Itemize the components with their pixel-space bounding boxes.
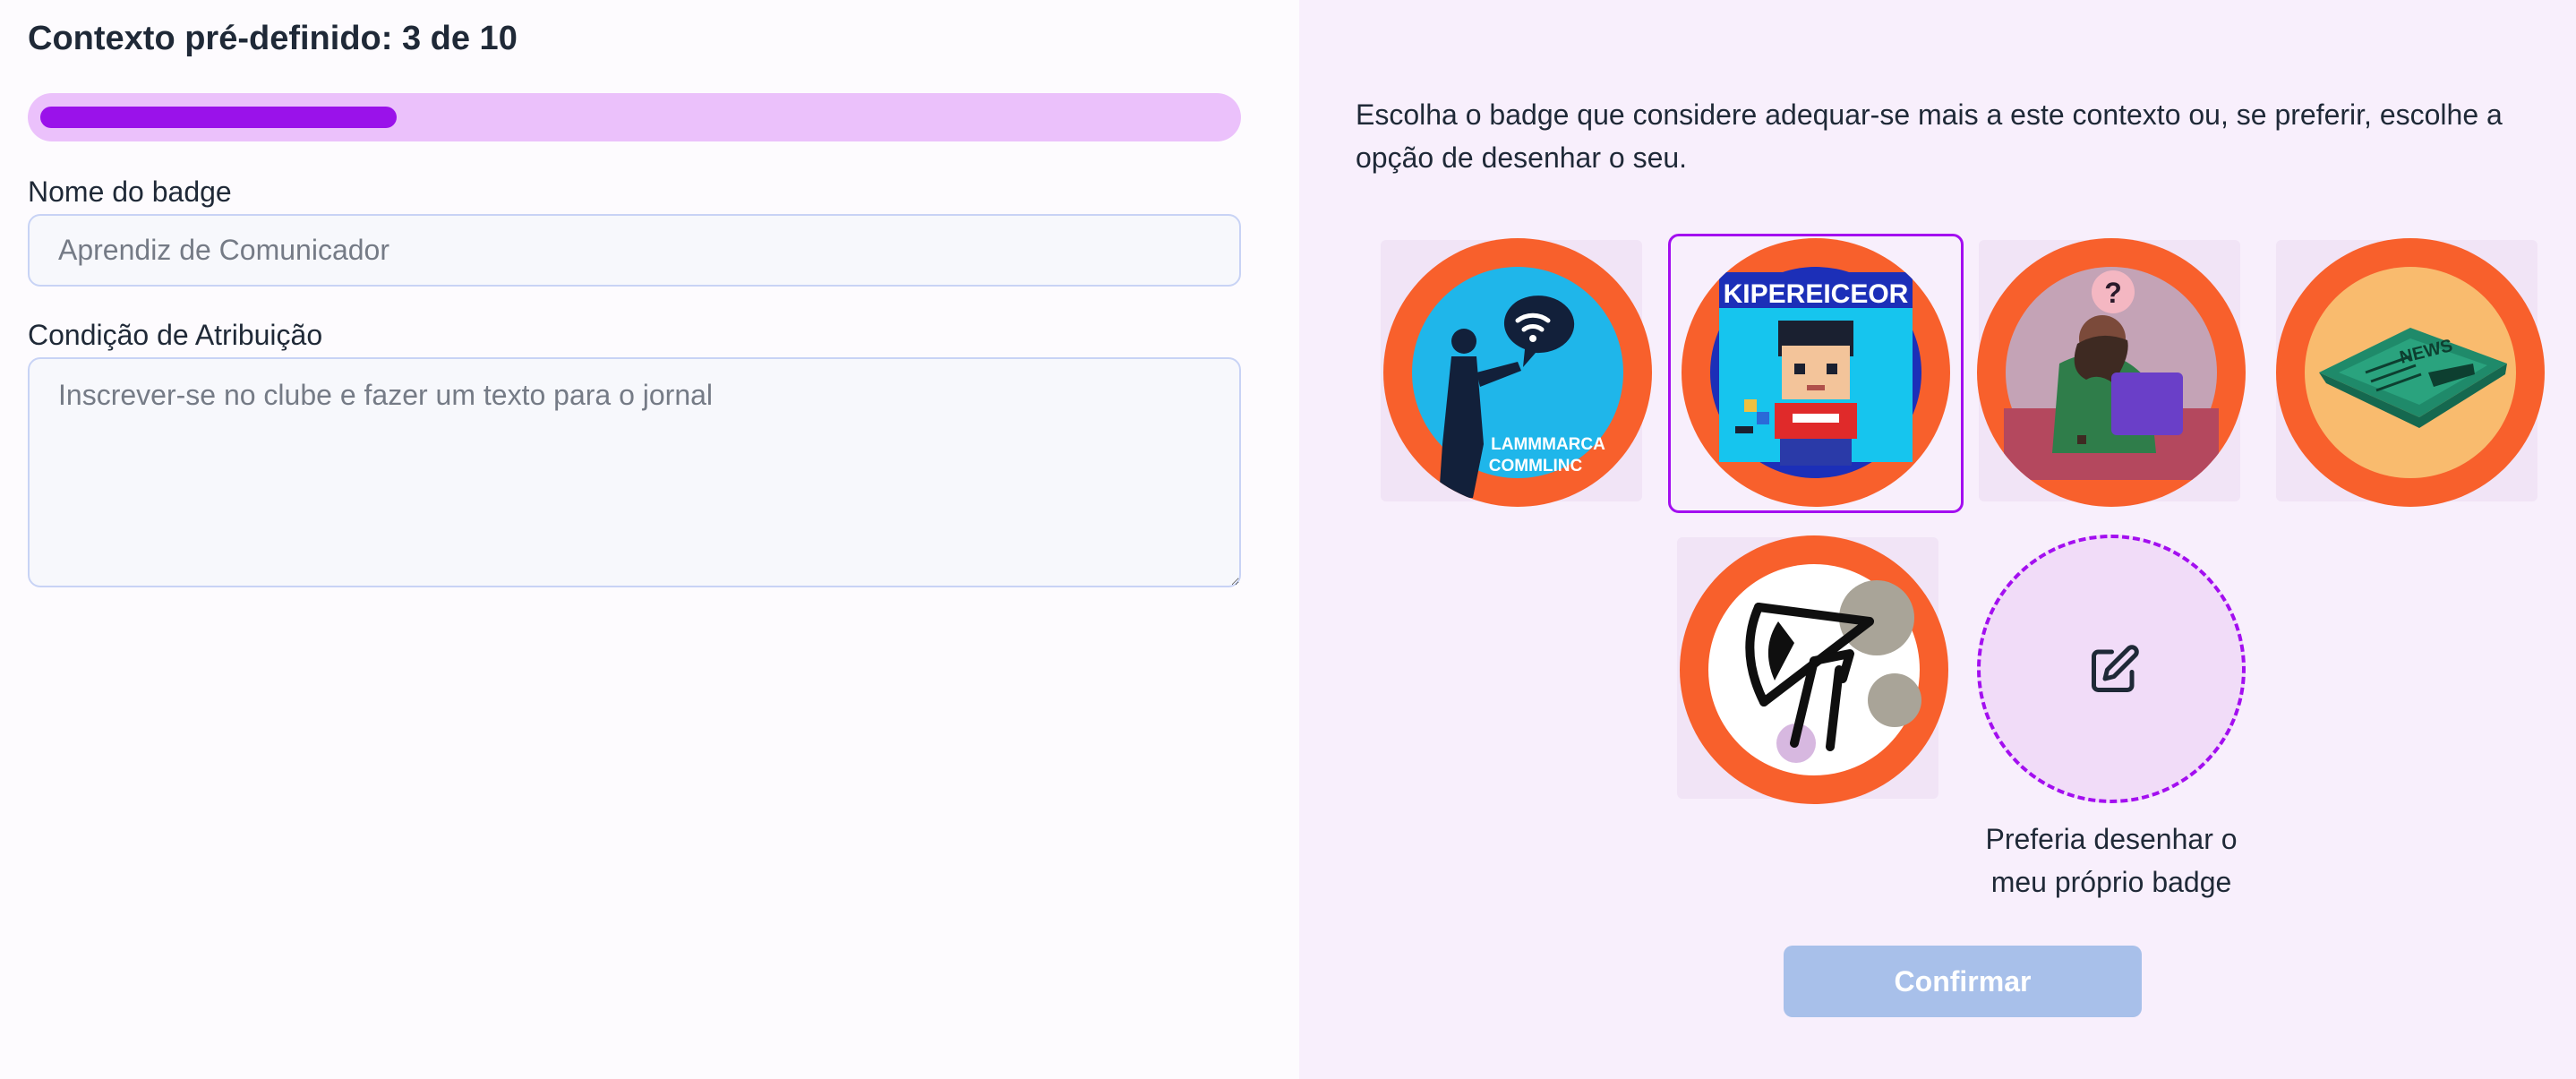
badge-2-text: KIPEREICEOR	[1724, 279, 1909, 309]
speaker-wifi-bubble-badge-icon[interactable]: LAMMMARCA COMMLINC	[1383, 238, 1652, 507]
draw-own-badge-caption: Preferia desenhar o meu próprio badge	[1985, 823, 2238, 898]
badge-3-text: ?	[2104, 277, 2122, 309]
pixel-character-badge-icon[interactable]: KIPEREICEOR	[1682, 238, 1950, 507]
form-panel: Contexto pré-definido: 3 de 10 Nome do b…	[0, 0, 1299, 1079]
megaphone-figure-badge-icon[interactable]	[1680, 535, 1948, 804]
confirm-button[interactable]: Confirmar	[1784, 946, 2142, 1017]
badge-chooser-instruction: Escolha o badge que considere adequar-se…	[1356, 98, 2503, 174]
condition-textarea[interactable]	[28, 357, 1241, 587]
page-title: Contexto pré-definido: 3 de 10	[28, 20, 518, 57]
badge-name-input[interactable]	[28, 214, 1241, 287]
condition-label: Condição de Atribuição	[28, 319, 323, 351]
badge-1-text-line1: LAMMMARCA	[1491, 435, 1605, 454]
badge-name-label: Nome do badge	[28, 176, 232, 208]
progress-bar-fill	[40, 107, 397, 128]
question-person-laptop-badge-icon[interactable]: ?	[1977, 238, 2246, 507]
edit-icon	[2092, 645, 2139, 692]
newspaper-badge-icon[interactable]: NEWS	[2276, 238, 2545, 507]
badge-1-text-line2: COMMLINC	[1489, 457, 1583, 475]
progress-bar	[28, 93, 1241, 141]
